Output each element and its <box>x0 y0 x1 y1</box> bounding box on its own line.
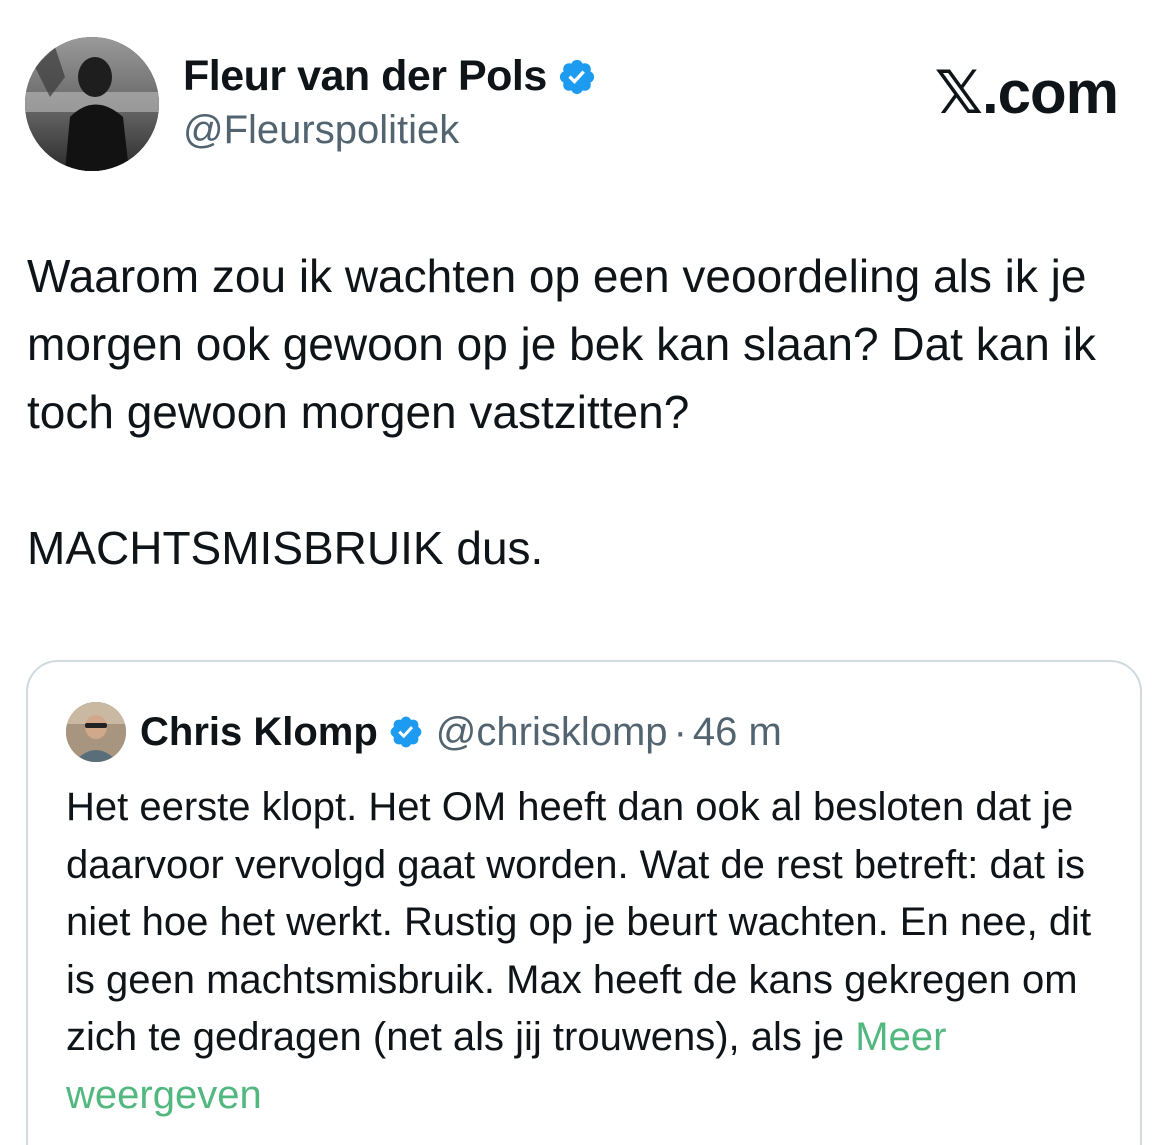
quoted-tweet-header: Chris Klomp @chrisklomp · 46 m <box>66 702 782 762</box>
author-avatar[interactable] <box>25 37 159 171</box>
verified-badge-icon <box>557 57 597 97</box>
quoted-author-avatar[interactable] <box>66 702 126 762</box>
tweet-text: Waarom zou ik wachten op een veoordeling… <box>27 242 1152 582</box>
quoted-tweet-time[interactable]: 46 m <box>693 710 782 755</box>
author-handle[interactable]: @Fleurspolitiek <box>183 108 459 153</box>
quoted-tweet-card[interactable]: Chris Klomp @chrisklomp · 46 m Het eerst… <box>26 660 1142 1145</box>
x-logo-icon: 𝕏.com <box>934 59 1119 126</box>
tweet-paragraph: MACHTSMISBRUIK dus. <box>27 522 544 574</box>
verified-badge-icon <box>388 714 424 750</box>
tweet-screenshot: Fleur van der Pols @Fleurspolitiek 𝕏.com… <box>0 0 1170 1145</box>
quoted-tweet-text: Het eerste klopt. Het OM heeft dan ook a… <box>66 779 1116 1124</box>
author-name[interactable]: Fleur van der Pols <box>183 52 547 101</box>
separator-dot: · <box>673 709 687 754</box>
quoted-author-handle[interactable]: @chrisklomp <box>436 710 668 755</box>
quoted-author-name[interactable]: Chris Klomp <box>140 710 378 755</box>
author-name-row: Fleur van der Pols <box>183 52 597 101</box>
tweet-paragraph: Waarom zou ik wachten op een veoordeling… <box>27 250 1109 438</box>
